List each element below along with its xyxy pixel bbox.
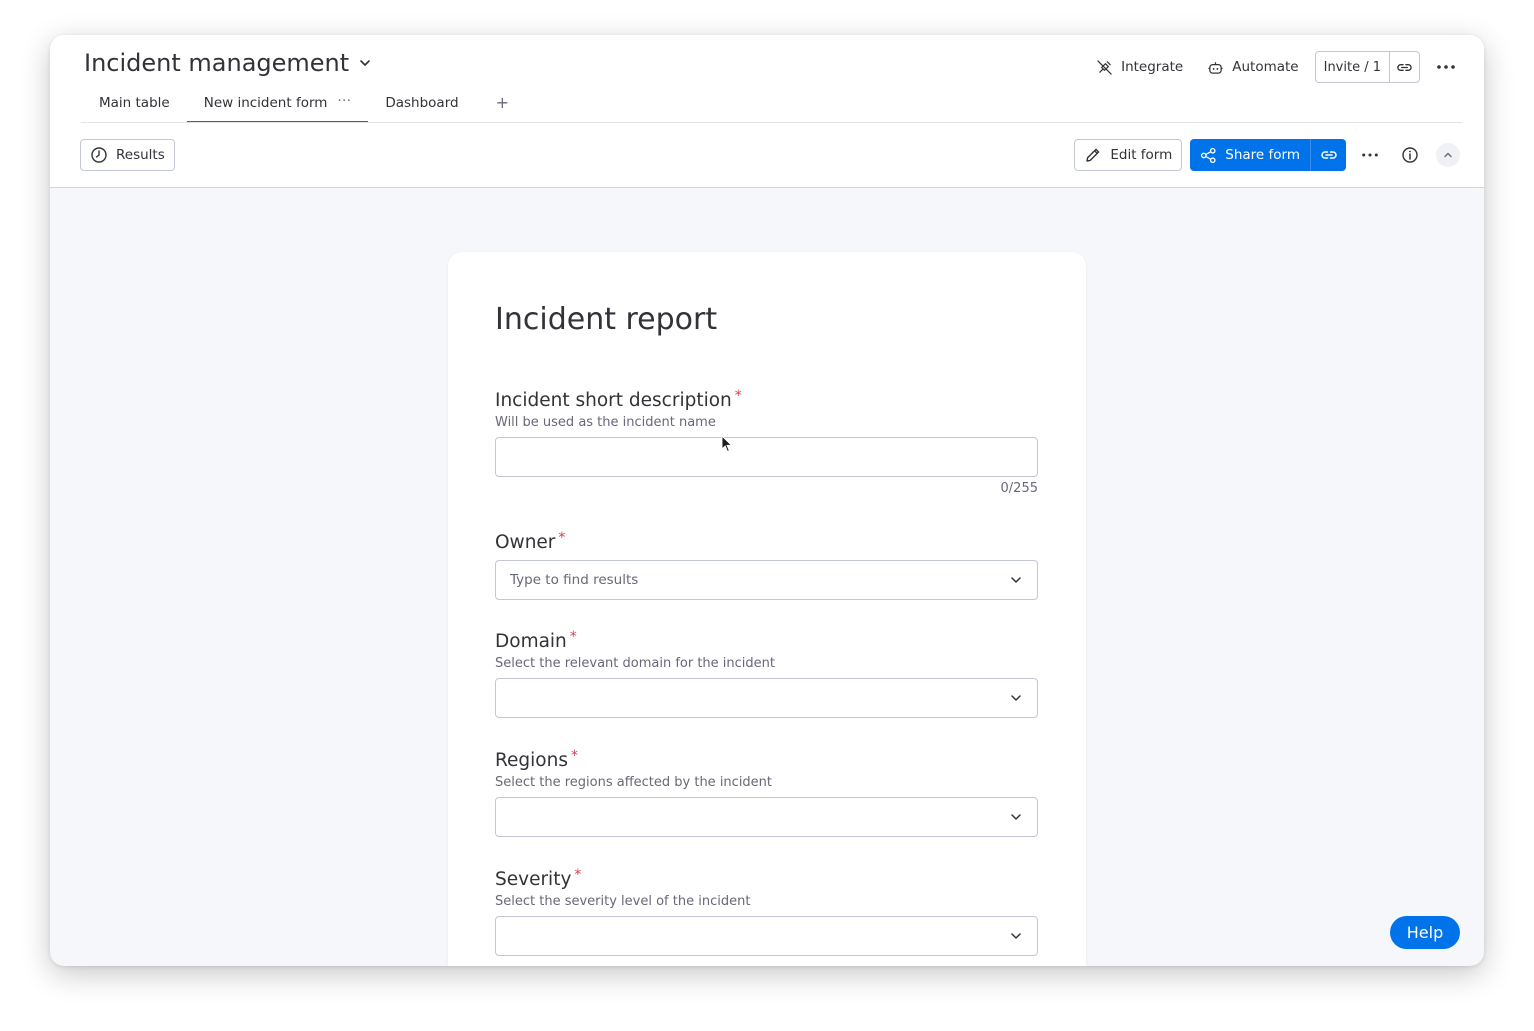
field-label: Severity * [495, 867, 1038, 890]
form-more-button[interactable] [1354, 139, 1386, 171]
invite-group: Invite / 1 [1314, 51, 1420, 83]
chevron-down-icon [1011, 695, 1021, 701]
regions-select[interactable] [495, 797, 1038, 837]
tab-label: Dashboard [385, 95, 459, 111]
chevron-up-icon [1444, 152, 1452, 158]
more-icon [1437, 65, 1455, 69]
form-title: Incident report [495, 302, 718, 337]
info-icon [1402, 147, 1418, 163]
automate-button[interactable]: Automate [1195, 51, 1310, 83]
board-title[interactable]: Incident management [84, 49, 373, 77]
field-label-text: Domain [495, 631, 567, 652]
severity-select[interactable] [495, 916, 1038, 956]
top-actions: Integrate Automate Invite / 1 [1084, 51, 1458, 83]
edit-form-label: Edit form [1110, 147, 1173, 163]
view-tabs: Main table New incident form ··· Dashboa… [82, 89, 529, 123]
short-description-input[interactable] [495, 437, 1038, 477]
results-button[interactable]: Results [80, 139, 175, 171]
collapse-header-button[interactable] [1436, 143, 1460, 167]
tab-menu-icon[interactable]: ··· [337, 94, 351, 109]
severity-field: Severity * Select the severity level of … [495, 867, 1038, 956]
field-description: Select the relevant domain for the incid… [495, 656, 775, 671]
field-label: Incident short description * [495, 388, 1038, 411]
required-marker: * [574, 867, 582, 883]
link-icon [1320, 151, 1337, 159]
field-description: Will be used as the incident name [495, 415, 716, 430]
integrate-icon [1097, 59, 1112, 75]
owner-select[interactable]: Type to find results [495, 560, 1038, 600]
copy-link-button[interactable] [1389, 52, 1419, 82]
form-card: Incident report Incident short descripti… [448, 252, 1086, 966]
short-description-field: Incident short description * Will be use… [495, 388, 1038, 496]
app-window: Incident management Integrate Automate I… [50, 35, 1484, 966]
field-description: Select the severity level of the inciden… [495, 894, 751, 909]
chevron-down-icon [1011, 577, 1021, 583]
tab-main-table[interactable]: Main table [82, 89, 187, 123]
share-form-label: Share form [1225, 147, 1300, 163]
field-label-text: Severity [495, 869, 572, 890]
add-view-button[interactable]: + [476, 89, 529, 112]
character-counter: 0/255 [1000, 481, 1038, 496]
chevron-down-icon [360, 60, 370, 66]
chevron-down-icon [1011, 814, 1021, 820]
help-button[interactable]: Help [1390, 916, 1460, 949]
edit-form-button[interactable]: Edit form [1074, 139, 1183, 171]
field-label-text: Incident short description [495, 390, 732, 411]
field-label: Regions * [495, 748, 1038, 771]
divider [81, 122, 1462, 123]
chevron-down-icon [1011, 933, 1021, 939]
pencil-icon [1086, 148, 1100, 162]
share-form-button[interactable]: Share form [1190, 139, 1310, 171]
invite-button[interactable]: Invite / 1 [1316, 52, 1389, 82]
more-icon [1362, 153, 1378, 157]
clock-icon [91, 147, 107, 163]
owner-placeholder: Type to find results [510, 572, 639, 588]
integrate-label: Integrate [1121, 59, 1184, 75]
field-label-text: Regions [495, 750, 568, 771]
share-icon [1201, 147, 1216, 163]
field-label: Domain * [495, 629, 1038, 652]
tab-label: New incident form [203, 95, 328, 111]
form-toolbar-left: Results [80, 139, 175, 171]
tab-label: Main table [99, 95, 170, 111]
tab-dashboard[interactable]: Dashboard [368, 89, 475, 123]
board-header: Incident management Integrate Automate I… [50, 35, 1484, 188]
field-label: Owner * [495, 530, 1038, 553]
domain-select[interactable] [495, 678, 1038, 718]
regions-field: Regions * Select the regions affected by… [495, 748, 1038, 837]
robot-icon [1208, 61, 1223, 74]
form-toolbar-right: Edit form Share form [1074, 139, 1460, 171]
required-marker: * [558, 530, 566, 546]
board-title-text: Incident management [84, 49, 350, 77]
share-copy-link-button[interactable] [1310, 139, 1346, 171]
tab-new-incident-form[interactable]: New incident form ··· [186, 89, 369, 123]
link-icon [1397, 63, 1412, 71]
info-button[interactable] [1394, 139, 1426, 171]
required-marker: * [569, 629, 577, 645]
owner-field: Owner * Type to find results [495, 530, 1038, 600]
results-label: Results [116, 147, 165, 163]
required-marker: * [570, 748, 578, 764]
domain-field: Domain * Select the relevant domain for … [495, 629, 1038, 718]
field-label-text: Owner [495, 532, 556, 553]
board-more-button[interactable] [1434, 55, 1458, 79]
integrate-button[interactable]: Integrate [1084, 51, 1195, 83]
field-description: Select the regions affected by the incid… [495, 775, 773, 790]
required-marker: * [734, 388, 742, 404]
share-form-group: Share form [1190, 139, 1346, 171]
automate-label: Automate [1232, 59, 1299, 75]
mouse-cursor-icon [721, 435, 733, 453]
